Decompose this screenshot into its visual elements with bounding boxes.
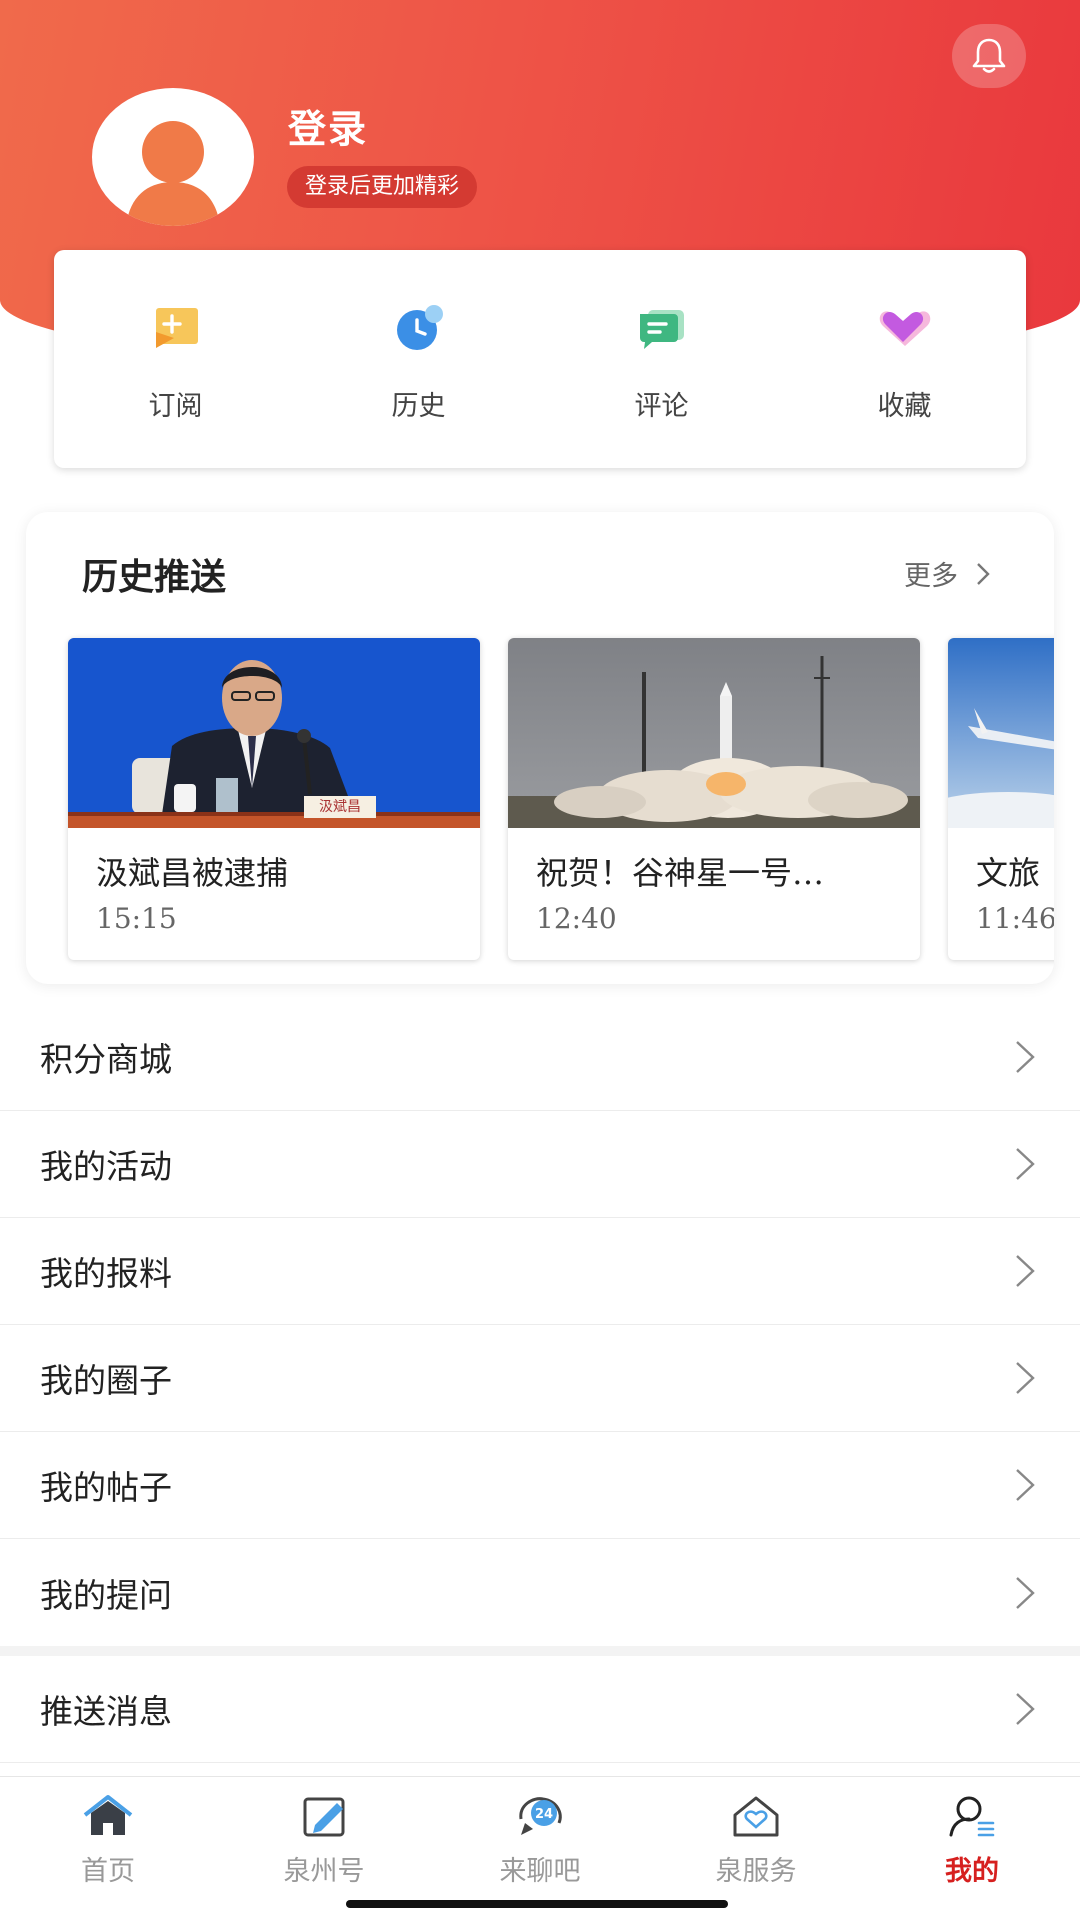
menu-item-my-activities[interactable]: 我的活动 — [0, 1111, 1080, 1218]
airplane-sky-photo — [948, 638, 1054, 828]
nameplate-text: 汲斌昌 — [319, 799, 361, 815]
favorite-heart-icon — [879, 311, 930, 346]
rocket-launch-photo — [508, 638, 920, 828]
chevron-right-icon — [1016, 1693, 1035, 1725]
chevron-right-icon — [1016, 1469, 1035, 1501]
home-icon — [83, 1795, 133, 1835]
tab-quanzhou-hao[interactable]: 泉州号 — [216, 1777, 432, 1920]
quick-action-label: 历史 — [391, 391, 446, 422]
tab-label: 来聊吧 — [499, 1856, 581, 1887]
chevron-right-icon — [1016, 1362, 1035, 1394]
news-card[interactable]: 文旅 11:46 — [948, 638, 1054, 960]
chevron-right-icon — [1016, 1255, 1035, 1287]
menu-item-label: 我的提问 — [40, 1575, 172, 1615]
menu-item-my-circles[interactable]: 我的圈子 — [0, 1325, 1080, 1432]
comment-icon — [639, 310, 684, 349]
quick-action-label: 订阅 — [148, 391, 203, 422]
chevron-right-icon — [1016, 1576, 1035, 1609]
svg-text:24: 24 — [535, 1807, 553, 1822]
menu-item-label: 推送消息 — [40, 1692, 172, 1731]
tab-label: 泉服务 — [715, 1856, 797, 1887]
news-card[interactable]: 汲斌昌 汲斌昌被逮捕 15:15 — [68, 638, 480, 960]
avatar[interactable] — [92, 88, 254, 226]
profile-icon — [949, 1796, 995, 1837]
home-indicator[interactable] — [346, 1900, 728, 1908]
menu-item-label: 我的报料 — [40, 1254, 172, 1293]
tab-label: 泉州号 — [283, 1856, 365, 1887]
tab-label: 首页 — [81, 1856, 135, 1887]
quick-action-favorite[interactable]: 收藏 — [783, 250, 1026, 468]
section-divider — [0, 1646, 1080, 1656]
quick-action-history[interactable]: 历史 — [297, 250, 540, 468]
quick-action-label: 评论 — [634, 391, 689, 422]
chat-24-icon: 24 — [519, 1797, 562, 1835]
menu-item-label: 我的帖子 — [40, 1468, 172, 1507]
news-title: 文旅 — [976, 854, 1041, 892]
tab-chat[interactable]: 24 来聊吧 — [432, 1777, 648, 1920]
chevron-right-icon — [1016, 1148, 1035, 1180]
press-conference-photo: 汲斌昌 — [68, 638, 480, 828]
menu-item-my-questions[interactable]: 我的提问 — [0, 1539, 1080, 1646]
chevron-right-icon — [977, 562, 990, 585]
menu-item-label: 我的圈子 — [40, 1361, 172, 1400]
news-card[interactable]: 祝贺！谷神星一号… 12:40 — [508, 638, 920, 960]
more-link[interactable]: 更多 — [904, 554, 990, 593]
news-title: 祝贺！谷神星一号… — [536, 854, 825, 892]
tab-services[interactable]: 泉服务 — [648, 1777, 864, 1920]
menu-item-label: 我的活动 — [40, 1147, 172, 1186]
history-clock-icon — [396, 305, 443, 350]
bottom-tab-bar: 首页 泉州号 24 来聊吧 泉服务 我的 — [0, 1776, 1080, 1920]
history-push-card: 历史推送 更多 汲斌昌 汲斌昌被逮捕 15:15 祝贺！谷神星一号… 12:40… — [26, 512, 1054, 984]
edit-icon — [303, 1797, 345, 1837]
notification-button[interactable] — [952, 24, 1026, 88]
login-tagline[interactable]: 登录后更加精彩 — [287, 166, 478, 208]
menu-item-my-reports[interactable]: 我的报料 — [0, 1218, 1080, 1325]
menu-item-push-messages[interactable]: 推送消息 — [0, 1656, 1080, 1763]
quick-action-subscribe[interactable]: 订阅 — [54, 250, 297, 468]
quick-actions-card: 订阅 历史 评论 收藏 — [54, 250, 1026, 468]
menu-list: 积分商城 我的活动 我的报料 我的圈子 我的帖子 我的提问 推送消息 — [0, 1004, 1080, 1763]
tab-home[interactable]: 首页 — [0, 1777, 216, 1920]
news-time: 15:15 — [96, 902, 177, 935]
tab-label: 我的 — [945, 1856, 999, 1887]
tab-mine[interactable]: 我的 — [864, 1777, 1080, 1920]
chevron-right-icon — [1016, 1041, 1035, 1073]
login-link[interactable]: 登录 — [288, 98, 368, 153]
menu-item-label: 积分商城 — [40, 1040, 172, 1079]
menu-item-my-posts[interactable]: 我的帖子 — [0, 1432, 1080, 1539]
news-time: 11:46 — [976, 902, 1054, 935]
quick-action-comment[interactable]: 评论 — [540, 250, 783, 468]
more-label: 更多 — [904, 561, 958, 592]
news-title: 汲斌昌被逮捕 — [96, 854, 289, 892]
bell-icon — [972, 38, 1006, 73]
quick-action-label: 收藏 — [877, 391, 932, 422]
news-time: 12:40 — [536, 902, 617, 935]
service-house-icon — [733, 1796, 779, 1837]
default-avatar-icon — [126, 121, 220, 226]
subscribe-icon — [155, 308, 198, 348]
section-title: 历史推送 — [82, 556, 227, 598]
menu-item-points-mall[interactable]: 积分商城 — [0, 1004, 1080, 1111]
